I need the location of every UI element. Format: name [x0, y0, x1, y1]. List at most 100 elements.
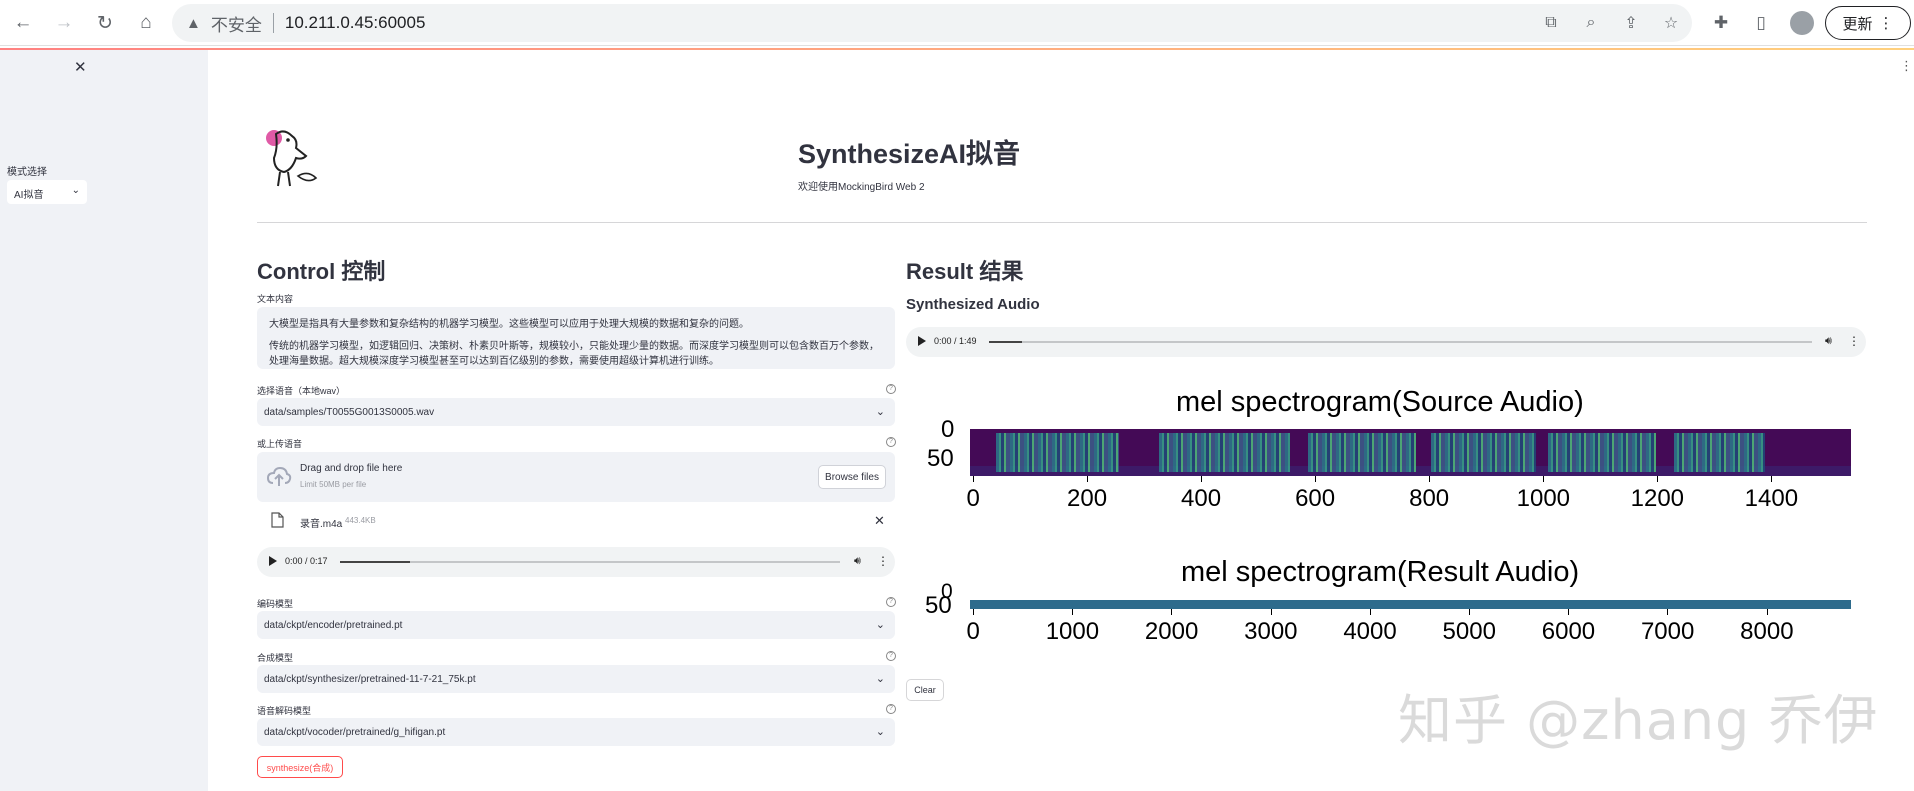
result-spectrogram	[970, 600, 1851, 609]
help-icon[interactable]: ?	[886, 384, 896, 394]
mode-value: AI拟音	[14, 190, 44, 201]
x-tick-mark	[973, 609, 974, 615]
watermark: 知乎 @zhang 乔伊	[1398, 689, 1879, 752]
synthesizer-value: data/ckpt/synthesizer/pretrained-11-7-21…	[264, 674, 476, 685]
spectrogram-segment	[1547, 433, 1657, 472]
x-tick-label: 1400	[1744, 485, 1799, 512]
x-tick-label: 0	[966, 618, 980, 645]
chevron-down-icon: ⌄	[875, 406, 885, 418]
x-tick-mark	[1766, 609, 1768, 615]
mode-select[interactable]: AI拟音 ⌄	[7, 180, 87, 204]
clear-button[interactable]: Clear	[906, 679, 944, 701]
x-tick-label: 6000	[1541, 618, 1596, 645]
voice-label: 选择语音（本地wav）	[257, 386, 346, 396]
x-tick-mark	[1171, 609, 1173, 615]
voice-select[interactable]: data/samples/T0055G0013S0005.wav ⌄	[257, 398, 895, 426]
translate-icon[interactable]: ⧉	[1540, 12, 1562, 34]
mode-label: 模式选择	[7, 167, 47, 178]
play-icon[interactable]	[269, 556, 277, 566]
audio-menu-icon[interactable]: ⋮	[1848, 334, 1860, 348]
text-input[interactable]: 大模型是指具有大量参数和复杂结构的机器学习模型。这些模型可以应用于处理大规模的数…	[257, 307, 895, 369]
x-tick-mark	[1568, 609, 1570, 615]
x-tick-mark	[1315, 476, 1317, 482]
more-vert-icon: ⋮	[1878, 15, 1894, 32]
result-heading: Result 结果	[906, 259, 1024, 284]
browse-files-button[interactable]: Browse files	[818, 465, 886, 489]
audio-seek-bar[interactable]	[989, 341, 1812, 343]
synthesizer-label: 合成模型	[257, 653, 294, 663]
result-audio-player[interactable]: 0:00 / 1:49 🔊︎ ⋮	[906, 327, 1866, 357]
update-button[interactable]: 更新 ⋮	[1825, 6, 1911, 40]
audio-seek-bar[interactable]	[340, 561, 840, 563]
help-icon[interactable]: ?	[886, 437, 896, 447]
spectrogram-segment	[1307, 433, 1417, 472]
zoom-icon[interactable]: ⌕	[1580, 12, 1602, 34]
chevron-down-icon: ⌄	[71, 185, 80, 196]
x-tick-label: 4000	[1343, 618, 1397, 645]
vocoder-value: data/ckpt/vocoder/pretrained/g_hifigan.p…	[264, 727, 446, 738]
text-line: 大模型是指具有大量参数和复杂结构的机器学习模型。这些模型可以应用于处理大规模的数…	[269, 319, 749, 330]
file-dropzone[interactable]: Drag and drop file here Limit 50MB per f…	[257, 452, 895, 502]
spectrogram-segment	[1430, 433, 1537, 472]
help-icon[interactable]: ?	[886, 704, 896, 714]
uploaded-file: 录音.m4a 443.4KB ✕	[257, 509, 895, 533]
text-line: 处理海量数据。超大规模深度学习模型甚至可以达到百亿级别的参数，需要使用超级计算机…	[269, 356, 719, 367]
address-bar[interactable]: ▲ 不安全 10.211.0.45:60005 ⧉ ⌕ ⇪ ☆	[172, 4, 1692, 42]
x-tick-mark	[1270, 609, 1272, 615]
x-tick-label: 200	[1067, 485, 1108, 512]
profile-avatar-icon[interactable]	[1790, 11, 1814, 35]
file-icon	[271, 512, 284, 528]
x-tick-mark	[1369, 609, 1371, 615]
x-tick-mark	[1771, 476, 1773, 482]
x-tick-label: 1200	[1630, 485, 1685, 512]
side-panel-icon[interactable]: ▯	[1749, 11, 1773, 35]
divider	[257, 222, 1867, 223]
vocoder-select[interactable]: data/ckpt/vocoder/pretrained/g_hifigan.p…	[257, 718, 895, 746]
dropzone-instructions: Drag and drop file here	[300, 463, 403, 474]
x-tick-label: 3000	[1244, 618, 1298, 645]
divider	[272, 13, 274, 33]
chevron-down-icon: ⌄	[875, 619, 885, 631]
audio-menu-icon[interactable]: ⋮	[877, 554, 889, 568]
update-label: 更新	[1842, 15, 1873, 33]
x-tick-mark	[1469, 609, 1471, 615]
sidebar: ✕ 模式选择 AI拟音 ⌄	[0, 50, 208, 791]
back-icon[interactable]: ←	[10, 10, 36, 36]
help-icon[interactable]: ?	[886, 651, 896, 661]
reload-icon[interactable]: ↻	[92, 10, 118, 36]
x-tick-label: 7000	[1640, 618, 1695, 645]
chart-title: mel spectrogram(Source Audio)	[1176, 386, 1584, 418]
close-sidebar-icon[interactable]: ✕	[74, 58, 87, 76]
extensions-icon[interactable]: ✚	[1709, 11, 1733, 35]
file-size: 443.4KB	[345, 516, 376, 525]
x-tick-mark	[1429, 476, 1431, 482]
forward-icon[interactable]: →	[51, 10, 77, 36]
share-icon[interactable]: ⇪	[1620, 12, 1642, 34]
y-tick-label: 50	[927, 445, 954, 472]
play-icon[interactable]	[918, 336, 926, 346]
synthesizer-select[interactable]: data/ckpt/synthesizer/pretrained-11-7-21…	[257, 665, 895, 693]
spectrogram-segment	[1673, 433, 1766, 472]
help-icon[interactable]: ?	[886, 597, 896, 607]
audio-time: 0:00 / 1:49	[934, 336, 977, 346]
encoder-select[interactable]: data/ckpt/encoder/pretrained.pt ⌄	[257, 611, 895, 639]
voice-value: data/samples/T0055G0013S0005.wav	[264, 407, 435, 418]
bookmark-star-icon[interactable]: ☆	[1660, 12, 1682, 34]
encoder-label: 编码模型	[257, 599, 294, 609]
x-tick-mark	[1087, 476, 1089, 482]
chevron-down-icon: ⌄	[875, 673, 885, 685]
synthesize-button[interactable]: synthesize(合成)	[257, 756, 343, 778]
volume-icon[interactable]: 🔊︎	[854, 555, 861, 568]
x-tick-label: 8000	[1740, 618, 1794, 645]
volume-icon[interactable]: 🔊︎	[1825, 335, 1832, 348]
x-tick-mark	[1543, 476, 1545, 482]
input-audio-player[interactable]: 0:00 / 0:17 🔊︎ ⋮	[257, 547, 895, 577]
spectrogram-segment	[1158, 433, 1291, 472]
remove-file-icon[interactable]: ✕	[874, 513, 885, 529]
url-text[interactable]: 10.211.0.45:60005	[285, 13, 426, 33]
x-tick-label: 600	[1295, 485, 1336, 512]
audio-time: 0:00 / 0:17	[285, 556, 328, 566]
main-menu-icon[interactable]: ⋮	[1900, 58, 1913, 74]
browser-toolbar: ← → ↻ ⌂ ▲ 不安全 10.211.0.45:60005 ⧉ ⌕ ⇪ ☆ …	[0, 0, 1914, 46]
home-icon[interactable]: ⌂	[133, 10, 159, 36]
